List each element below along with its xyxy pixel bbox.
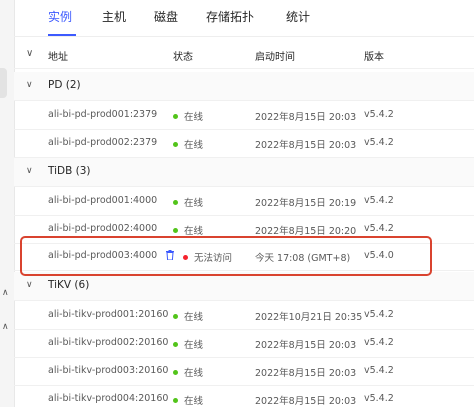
status-cell: 在线 — [173, 309, 203, 323]
status-cell: 无法访问 — [183, 250, 232, 264]
instance-address: ali-bi-tikv-prod004:20160 — [48, 393, 169, 404]
tab-disks[interactable]: 磁盘 — [154, 8, 178, 25]
start-time: 2022年8月15日 20:03 — [255, 140, 357, 151]
status-cell: 在线 — [173, 195, 203, 209]
table-row[interactable]: ali-bi-pd-prod002:2379 在线 2022年8月15日 20:… — [14, 129, 474, 158]
column-header-status[interactable]: 状态 — [173, 48, 193, 63]
status-cell: 在线 — [173, 137, 203, 151]
table-row[interactable]: ali-bi-tikv-prod001:20160 在线 2022年10月21日… — [14, 301, 474, 330]
table-header: ∨ 地址 状态 启动时间 版本 — [14, 40, 474, 69]
delete-icon[interactable] — [166, 250, 174, 260]
column-header-address[interactable]: 地址 — [48, 48, 68, 63]
start-time: 今天 17:08 (GMT+8) — [255, 253, 351, 264]
instance-address: ali-bi-pd-prod003:4000 — [48, 250, 158, 261]
online-status-dot-icon — [173, 342, 178, 347]
chevron-down-icon[interactable]: ∨ — [26, 280, 33, 290]
tab-instances[interactable]: 实例 — [48, 8, 72, 25]
group-row-tidb[interactable]: ∨ TiDB (3) — [14, 158, 474, 187]
left-sidebar-edge: ∧ ∧ — [0, 0, 15, 407]
group-name: TiDB (3) — [48, 165, 91, 177]
online-status-dot-icon — [173, 114, 178, 119]
online-status-dot-icon — [173, 200, 178, 205]
table-row[interactable]: ali-bi-pd-prod001:2379 在线 2022年8月15日 20:… — [14, 101, 474, 130]
instance-address: ali-bi-tikv-prod002:20160 — [48, 337, 169, 348]
start-time: 2022年8月15日 20:03 — [255, 368, 357, 379]
table-row[interactable]: ali-bi-tikv-prod002:20160 在线 2022年8月15日 … — [14, 329, 474, 358]
active-tab-indicator — [48, 34, 76, 36]
tab-bar: 实例 主机 磁盘 存储拓扑 统计 — [14, 0, 474, 37]
chevron-up-icon[interactable]: ∧ — [2, 322, 9, 332]
chevron-up-icon[interactable]: ∧ — [2, 288, 9, 298]
tab-statistics[interactable]: 统计 — [286, 8, 310, 25]
start-time: 2022年10月21日 20:35 — [255, 312, 363, 323]
online-status-dot-icon — [173, 370, 178, 375]
table-row[interactable]: ali-bi-pd-prod001:4000 在线 2022年8月15日 20:… — [14, 187, 474, 216]
group-name: TiKV (6) — [48, 279, 90, 291]
table-row-unreachable[interactable]: ali-bi-pd-prod003:4000 无法访问 今天 17:08 (GM… — [14, 242, 474, 271]
status-cell: 在线 — [173, 365, 203, 379]
version: v5.4.2 — [364, 393, 394, 404]
collapse-all-chevron-icon[interactable]: ∨ — [26, 48, 33, 59]
tab-storage-topology[interactable]: 存储拓扑 — [206, 8, 254, 25]
chevron-down-icon[interactable]: ∨ — [26, 80, 33, 90]
online-status-dot-icon — [173, 314, 178, 319]
start-time: 2022年8月15日 20:03 — [255, 396, 357, 407]
offline-status-dot-icon — [183, 255, 188, 260]
column-header-version[interactable]: 版本 — [364, 48, 384, 63]
column-header-start-time[interactable]: 启动时间 — [255, 48, 295, 63]
table-row[interactable]: ali-bi-tikv-prod003:20160 在线 2022年8月15日 … — [14, 357, 474, 386]
version: v5.4.2 — [364, 309, 394, 320]
version: v5.4.2 — [364, 223, 394, 234]
version: v5.4.2 — [364, 109, 394, 120]
instance-address: ali-bi-pd-prod002:2379 — [48, 137, 158, 148]
start-time: 2022年8月15日 20:20 — [255, 226, 357, 237]
instance-address: ali-bi-pd-prod001:4000 — [48, 195, 158, 206]
version: v5.4.2 — [364, 337, 394, 348]
group-row-tikv[interactable]: ∨ TiKV (6) — [14, 272, 474, 301]
instance-address: ali-bi-tikv-prod001:20160 — [48, 309, 169, 320]
instance-address: ali-bi-pd-prod001:2379 — [48, 109, 158, 120]
instance-address: ali-bi-tikv-prod003:20160 — [48, 365, 169, 376]
status-cell: 在线 — [173, 223, 203, 237]
sidebar-handle[interactable] — [0, 68, 7, 98]
instance-address: ali-bi-pd-prod002:4000 — [48, 223, 158, 234]
chevron-down-icon[interactable]: ∨ — [26, 166, 33, 176]
version: v5.4.2 — [364, 365, 394, 376]
online-status-dot-icon — [173, 398, 178, 403]
online-status-dot-icon — [173, 228, 178, 233]
table-row[interactable]: ali-bi-pd-prod002:4000 在线 2022年8月15日 20:… — [14, 215, 474, 244]
table-row[interactable]: ali-bi-tikv-prod004:20160 在线 2022年8月15日 … — [14, 385, 474, 413]
version: v5.4.2 — [364, 195, 394, 206]
status-cell: 在线 — [173, 109, 203, 123]
start-time: 2022年8月15日 20:19 — [255, 198, 357, 209]
start-time: 2022年8月15日 20:03 — [255, 112, 357, 123]
group-row-pd[interactable]: ∨ PD (2) — [14, 72, 474, 101]
version: v5.4.2 — [364, 137, 394, 148]
version: v5.4.0 — [364, 250, 394, 261]
online-status-dot-icon — [173, 142, 178, 147]
tab-hosts[interactable]: 主机 — [102, 8, 126, 25]
status-cell: 在线 — [173, 337, 203, 351]
group-name: PD (2) — [48, 79, 81, 91]
status-cell: 在线 — [173, 393, 203, 407]
start-time: 2022年8月15日 20:03 — [255, 340, 357, 351]
